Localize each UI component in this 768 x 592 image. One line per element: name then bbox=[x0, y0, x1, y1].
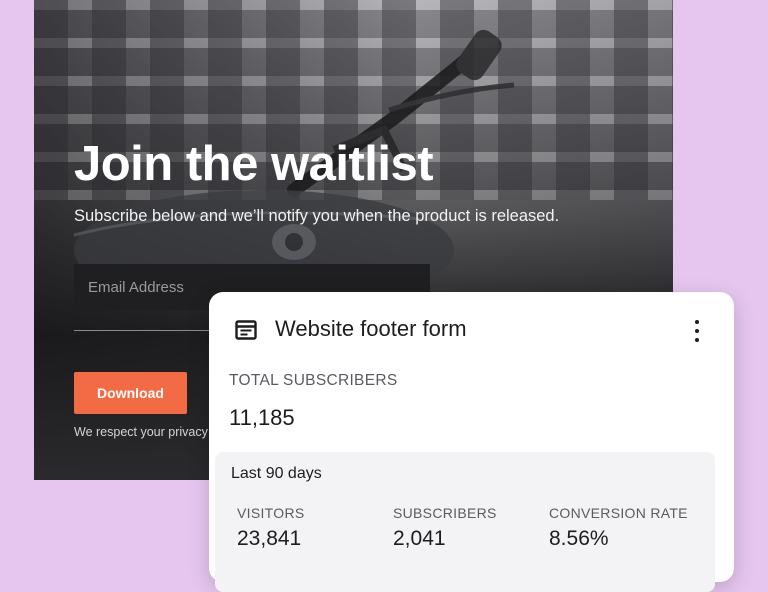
total-subscribers-value: 11,185 bbox=[229, 405, 295, 430]
stat-conversion-rate: CONVERSION RATE 8.56% bbox=[549, 505, 688, 551]
hero-title: Join the waitlist bbox=[74, 137, 434, 191]
stat-subscribers: SUBSCRIBERS 2,041 bbox=[393, 505, 497, 551]
form-icon bbox=[235, 320, 257, 340]
total-subscribers-label: TOTAL SUBSCRIBERS bbox=[229, 372, 398, 389]
form-stats-card: Website footer form TOTAL SUBSCRIBERS 11… bbox=[209, 292, 734, 592]
stat-visitors: VISITORS 23,841 bbox=[237, 505, 305, 551]
stat-value: 8.56% bbox=[549, 527, 609, 550]
date-range-label: Last 90 days bbox=[231, 465, 322, 482]
stat-label: SUBSCRIBERS bbox=[393, 505, 497, 521]
stat-label: CONVERSION RATE bbox=[549, 505, 688, 521]
stat-value: 2,041 bbox=[393, 527, 446, 550]
card-title: Website footer form bbox=[275, 316, 467, 341]
privacy-note: We respect your privacy bbox=[74, 425, 208, 439]
more-vertical-icon[interactable] bbox=[688, 318, 706, 344]
divider bbox=[74, 330, 224, 331]
stat-label: VISITORS bbox=[237, 505, 305, 521]
download-button[interactable]: Download bbox=[74, 372, 187, 414]
hero-subtitle: Subscribe below and we’ll notify you whe… bbox=[74, 207, 560, 225]
stat-value: 23,841 bbox=[237, 527, 302, 550]
